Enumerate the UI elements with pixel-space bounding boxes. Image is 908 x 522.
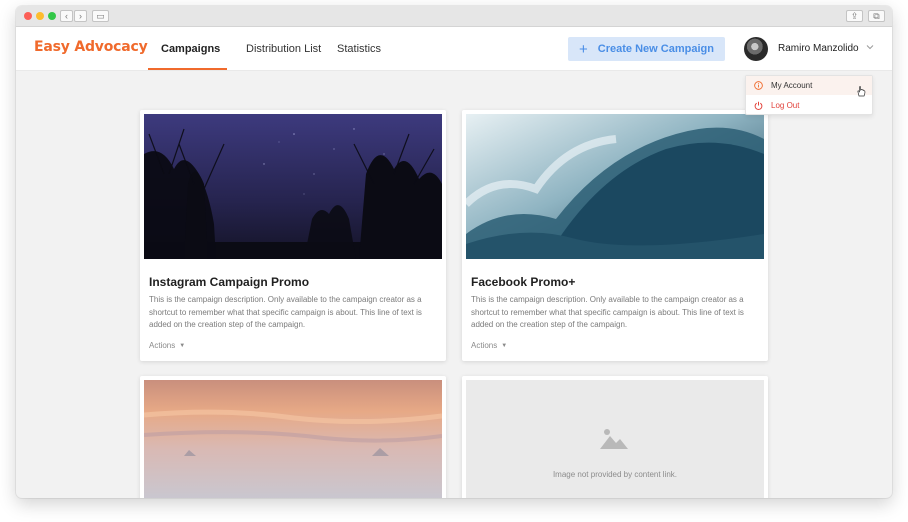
card-description: This is the campaign description. Only a… [471,295,744,329]
avatar[interactable] [744,37,768,61]
top-navbar: Easy Advocacy Campaigns Distribution Lis… [16,27,892,71]
create-new-campaign-label: Create New Campaign [597,43,714,55]
minimize-window-button[interactable] [36,12,44,20]
plus-icon: + [579,40,588,58]
card-image-night-sky [144,114,442,259]
user-name[interactable]: Ramiro Manzolido [778,43,859,54]
placeholder-text: Image not provided by content link. [552,470,678,479]
caret-down-icon: ▼ [179,343,186,349]
tab-campaigns[interactable]: Campaigns [161,43,220,55]
hand-cursor-icon [857,86,866,97]
user-dropdown-menu: My Account Log Out [745,75,873,115]
campaign-card[interactable]: Image not provided by content link. [462,376,768,498]
browser-titlebar: ‹ › ▭ ⇪ ⧉ [16,6,892,27]
browser-window: ‹ › ▭ ⇪ ⧉ Easy Advocacy Campaigns Distri… [16,6,892,498]
card-title[interactable]: Instagram Campaign Promo [149,275,309,289]
maximize-window-button[interactable] [48,12,56,20]
menu-item-label: Log Out [771,101,800,110]
menu-item-label: My Account [771,81,813,90]
card-actions-label: Actions [471,341,498,350]
back-icon[interactable]: ‹ [60,10,73,22]
campaign-card[interactable] [140,376,446,498]
create-new-campaign-button[interactable]: + Create New Campaign [568,37,725,61]
menu-item-my-account[interactable]: My Account [746,76,872,95]
sidebar-toggle-icon[interactable]: ▭ [92,10,109,22]
chevron-down-icon[interactable] [865,42,875,52]
info-icon [754,81,763,90]
card-image-ocean-wave [466,114,764,259]
card-actions-label: Actions [149,341,176,350]
card-actions-dropdown[interactable]: Actions ▼ [471,341,507,350]
tab-distribution-list[interactable]: Distribution List [246,43,321,55]
campaign-card[interactable]: Facebook Promo+ This is the campaign des… [462,110,768,361]
card-image-placeholder: Image not provided by content link. [466,380,764,498]
active-tab-indicator [148,68,227,70]
campaign-card[interactable]: Instagram Campaign Promo This is the cam… [140,110,446,361]
caret-down-icon: ▼ [501,343,508,349]
close-window-button[interactable] [24,12,32,20]
card-description: This is the campaign description. Only a… [149,295,422,329]
brand-logo[interactable]: Easy Advocacy [34,39,148,55]
power-icon [754,101,763,110]
image-placeholder-icon [600,429,628,449]
card-image-misty-sunset [144,380,442,498]
forward-icon[interactable]: › [74,10,87,22]
share-icon[interactable]: ⇪ [846,10,863,22]
menu-item-log-out[interactable]: Log Out [746,96,872,115]
tabs-overview-icon[interactable]: ⧉ [868,10,885,22]
card-actions-dropdown[interactable]: Actions ▼ [149,341,185,350]
card-title[interactable]: Facebook Promo+ [471,275,575,289]
tab-statistics[interactable]: Statistics [337,43,381,55]
